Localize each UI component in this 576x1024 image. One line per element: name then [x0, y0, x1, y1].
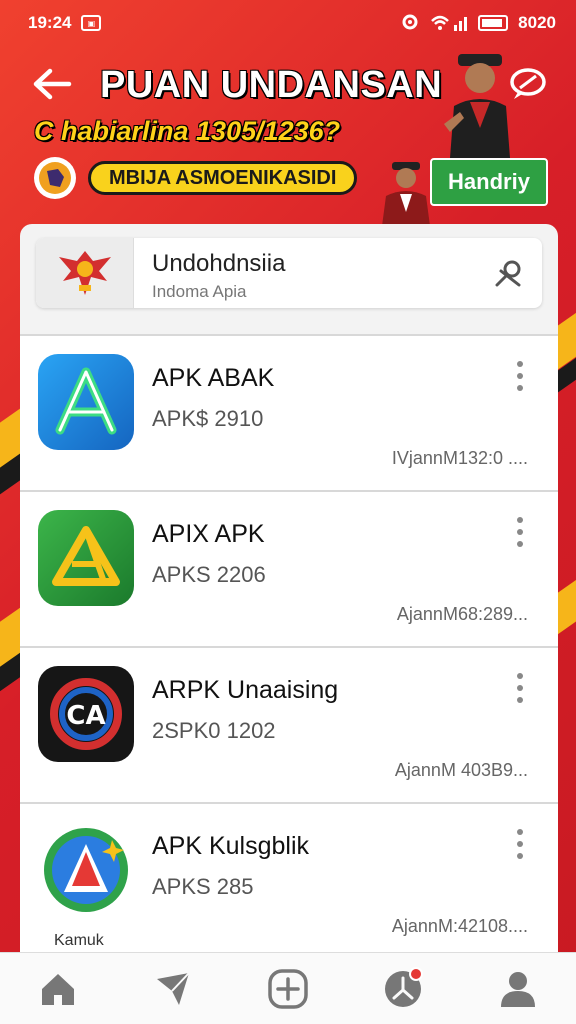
app-list-item[interactable]: APK ABAK APK$ 2910 IVjannM132:0 .... [20, 334, 558, 490]
back-button[interactable] [28, 62, 76, 106]
location-icon [402, 14, 418, 30]
nav-add[interactable] [258, 959, 318, 1019]
emblem-logo [36, 238, 134, 308]
triangle-a-icon [38, 510, 134, 606]
more-options-icon[interactable] [510, 826, 530, 862]
app-name: APK Kulsgblik [152, 832, 310, 860]
app-list: APK ABAK APK$ 2910 IVjannM132:0 .... API… [20, 334, 558, 958]
app-version: 2SPK0 1202 [152, 718, 276, 743]
search-tools-icon [495, 260, 521, 287]
app-meta: AjannM 403B9... [394, 760, 528, 780]
nav-home[interactable] [28, 959, 88, 1019]
send-icon [156, 971, 190, 1005]
app-name: APK ABAK [152, 364, 275, 392]
app-caption: Kamuk [54, 932, 104, 949]
profile-icon [501, 971, 536, 1007]
main-panel: Undohdnsiia Indoma Apia APK ABAK APK$ 29… [20, 224, 558, 964]
app-meta: IVjannM132:0 .... [391, 448, 528, 468]
more-options-icon[interactable] [510, 514, 530, 550]
app-notification-icon: ▣ [81, 15, 102, 31]
person-illustration [444, 54, 510, 158]
status-bar: 19:24 ▣ 8020 [0, 0, 576, 46]
app-list-item[interactable]: APK Kulsgblik APKS 285 AjannM:42108.... … [20, 802, 558, 958]
app-meta: AjannM68:289... [396, 604, 528, 624]
status-right-text: 8020 [518, 13, 556, 32]
svg-text:CA: CA [66, 701, 105, 731]
map-badge [34, 157, 76, 199]
more-options-icon[interactable] [510, 358, 530, 394]
app-name: APIX APK [152, 520, 265, 548]
promo-label[interactable]: MBIJA ASMOENIKASIDI [88, 161, 358, 195]
more-options-icon[interactable] [510, 670, 530, 706]
notification-badge [409, 966, 424, 981]
app-version: APKS 2206 [152, 562, 266, 587]
app-name: ARPK Unaaising [152, 676, 339, 704]
app-store-a-icon [38, 354, 134, 450]
nav-send[interactable] [143, 959, 203, 1019]
search-title: Undohdnsiia [152, 250, 286, 277]
app-version: APK$ 2910 [152, 406, 264, 431]
app-meta: AjannM:42108.... [391, 916, 528, 936]
search-subtitle: Indoma Apia [152, 282, 247, 301]
wifi-signal-icon [431, 15, 468, 31]
map-icon [39, 162, 71, 194]
nav-notifications[interactable] [373, 959, 433, 1019]
promo-row: MBIJA ASMOENIKASIDI [34, 156, 358, 200]
add-icon [268, 968, 308, 1009]
person-illustration [382, 162, 430, 226]
nav-profile[interactable] [488, 959, 548, 1019]
bottom-nav [0, 952, 576, 1024]
header-subtitle: C habiarlina 1305/1236? [34, 116, 341, 146]
handy-button[interactable]: Handriy [430, 158, 548, 206]
app-list-item[interactable]: APIX APK APKS 2206 AjannM68:289... [20, 490, 558, 646]
app-version: APKS 285 [152, 874, 254, 899]
battery-icon [478, 15, 509, 31]
garuda-emblem-icon [58, 251, 111, 295]
globe-a-icon [38, 822, 134, 918]
status-time: 19:24 [28, 13, 72, 32]
app-list-item[interactable]: CA ARPK Unaaising 2SPK0 1202 AjannM 403B… [20, 646, 558, 802]
search-action-button[interactable] [490, 254, 528, 292]
home-icon [41, 973, 74, 1005]
search-card[interactable]: Undohdnsiia Indoma Apia [36, 238, 542, 308]
ca-logo-icon: CA [38, 666, 134, 762]
arrow-left-icon [33, 68, 72, 100]
page-title: PUAN UNDANSAN [100, 64, 443, 106]
